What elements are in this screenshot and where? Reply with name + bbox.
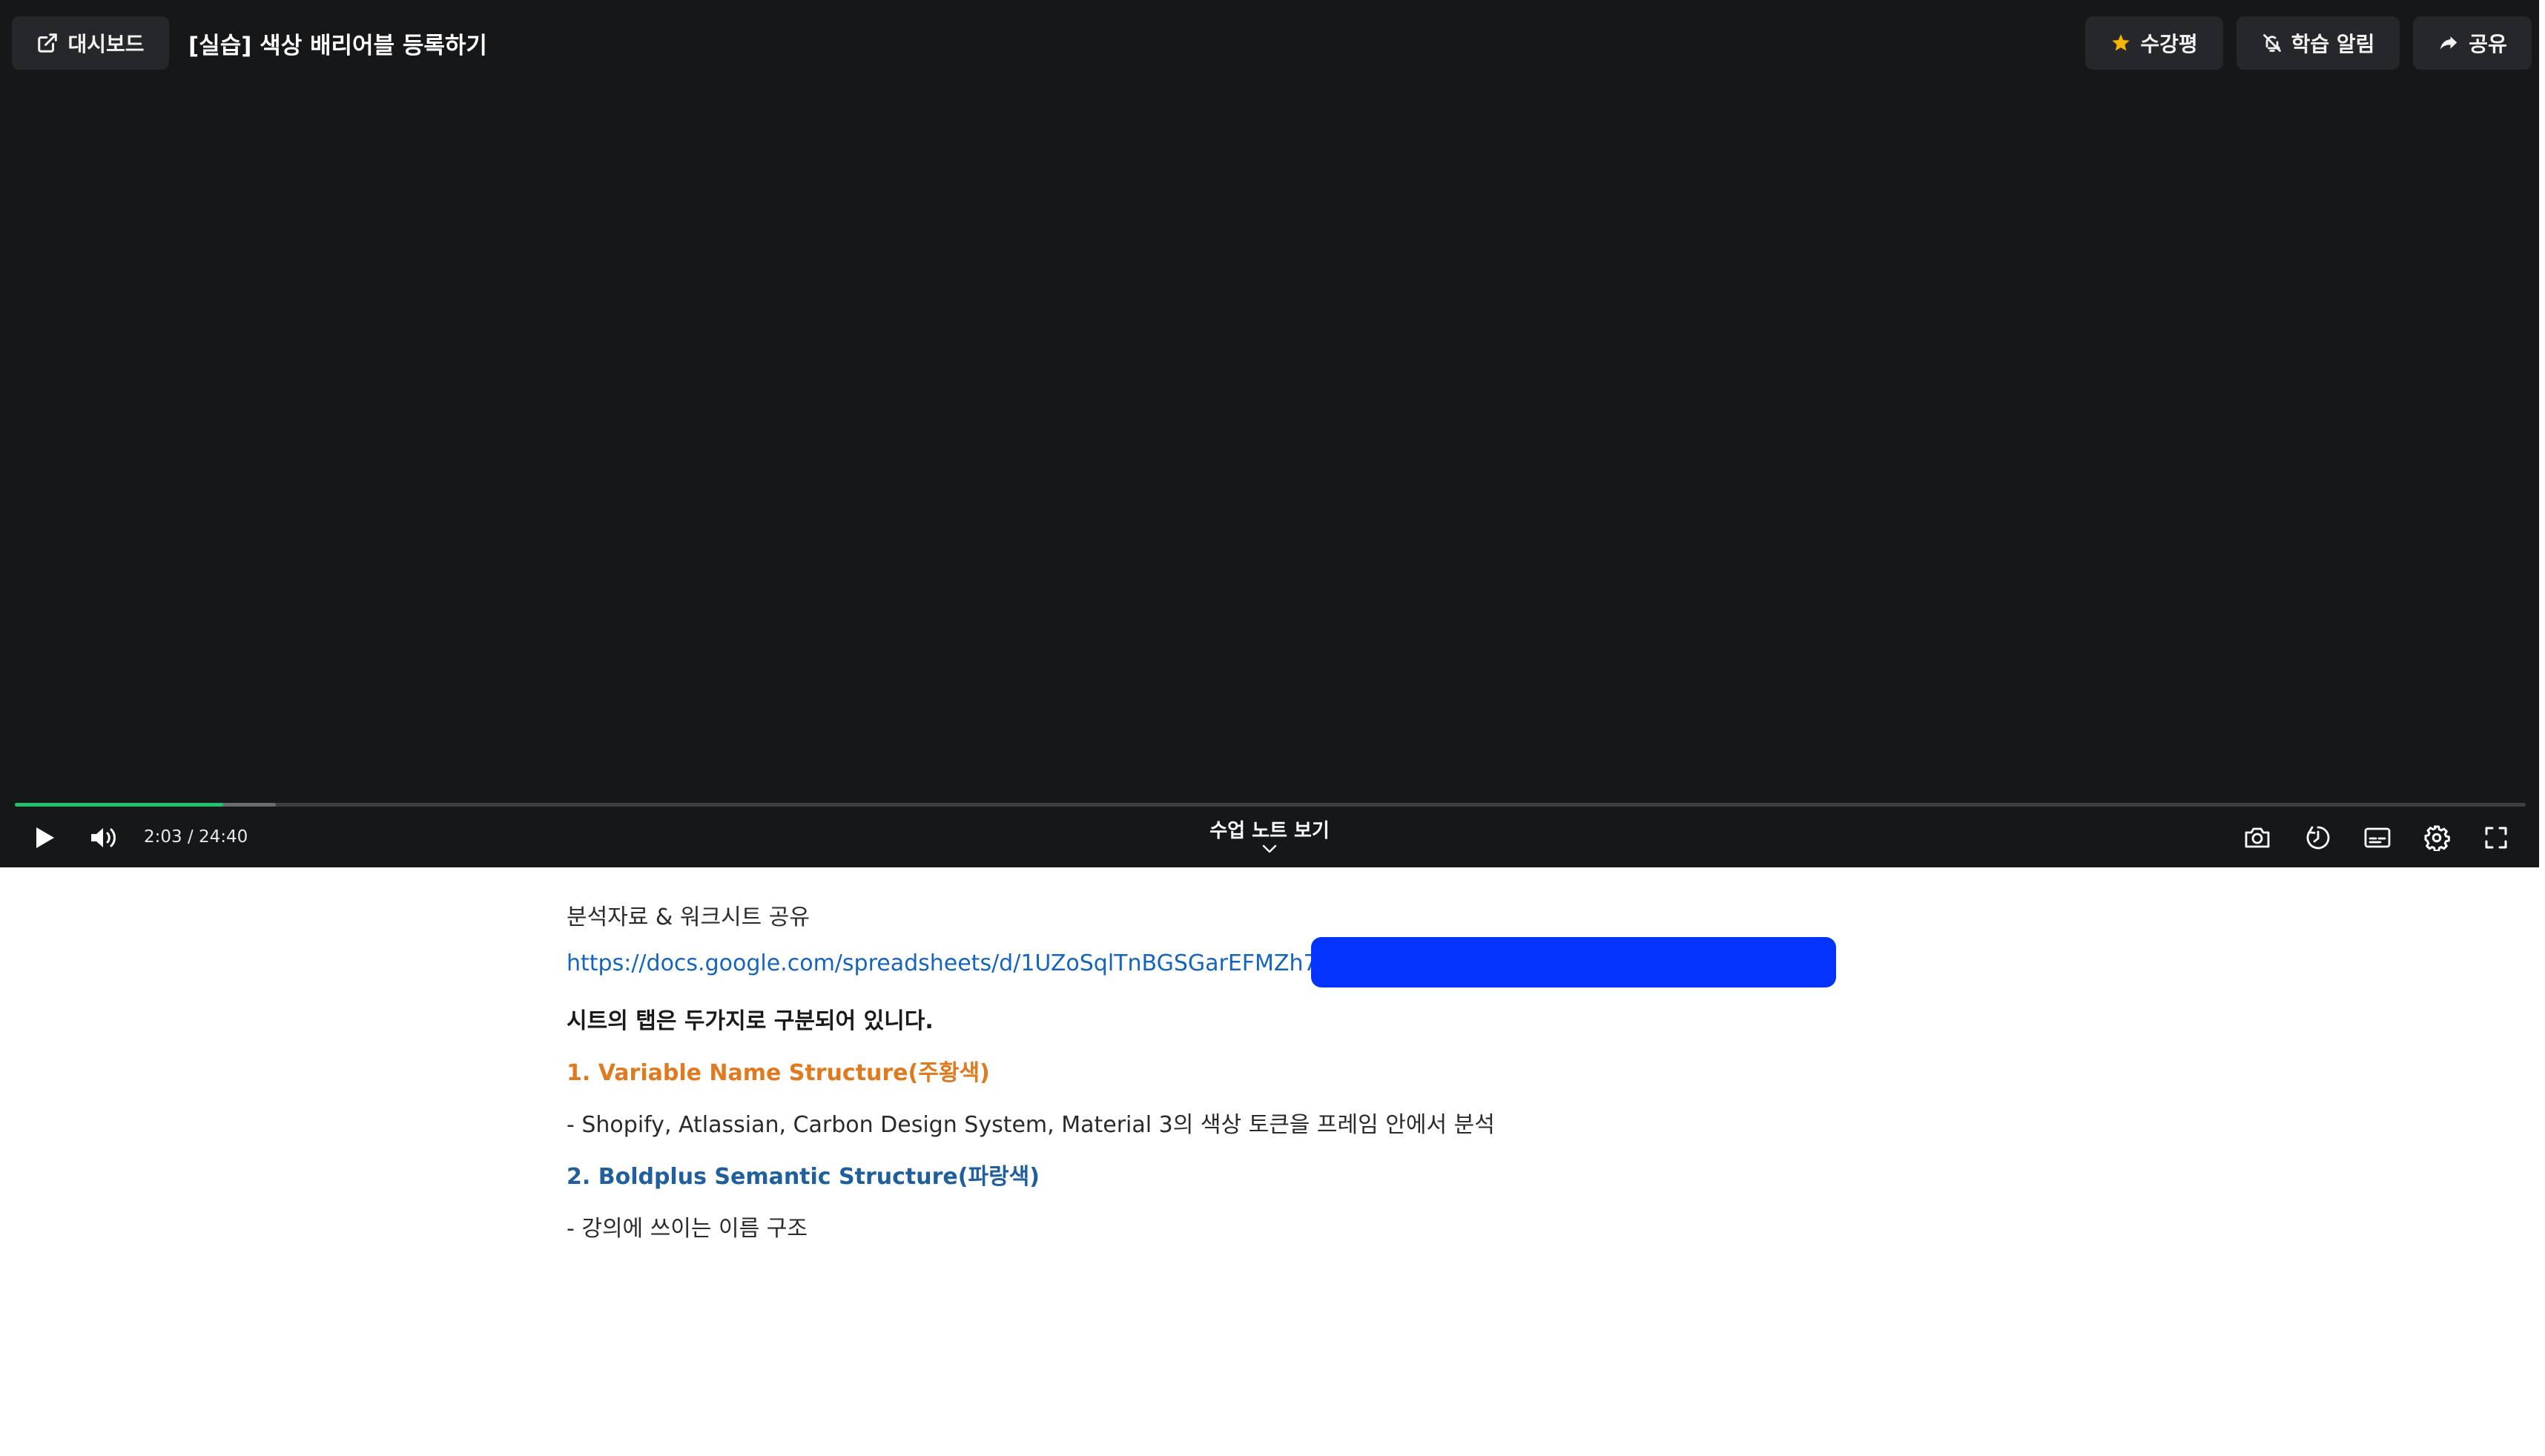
gear-icon (2424, 825, 2450, 851)
settings-button[interactable] (2420, 821, 2453, 854)
volume-icon (91, 828, 116, 847)
play-icon (36, 827, 54, 848)
scrollbar-gutter (2539, 74, 2545, 867)
lesson-note-toggle[interactable]: 수업 노트 보기 (1181, 815, 1359, 860)
player-top-bar: 대시보드 [실습] 색상 배리어블 등록하기 수강평 학습 알림 공유 (0, 3, 2539, 77)
item2-description: - 강의에 쓰이는 이름 구조 (567, 1216, 808, 1242)
volume-button[interactable] (86, 821, 123, 854)
note-toggle-label: 수업 노트 보기 (1209, 820, 1330, 842)
capture-button[interactable] (2241, 821, 2274, 854)
item1-description: - Shopify, Atlassian, Carbon Design Syst… (567, 1112, 1495, 1138)
redaction-block (1311, 937, 1836, 987)
video-player[interactable]: 대시보드 [실습] 색상 배리어블 등록하기 수강평 학습 알림 공유 2:03… (0, 0, 2539, 867)
chevron-down-icon (1262, 844, 1277, 853)
star-icon (2112, 34, 2130, 51)
item1-heading: 1. Variable Name Structure(주황색) (567, 1060, 990, 1086)
review-button[interactable]: 수강평 (2085, 16, 2223, 70)
playback-speed-button[interactable] (2302, 821, 2334, 854)
study-alarm-button[interactable]: 학습 알림 (2237, 16, 2400, 70)
subtitles-icon (2364, 827, 2391, 848)
dashboard-button[interactable]: 대시보드 (12, 16, 169, 70)
notes-intro: 분석자료 & 워크시트 공유 (567, 904, 811, 930)
playback-speed-icon (2306, 826, 2330, 850)
alarm-label: 학습 알림 (2291, 32, 2375, 56)
review-label: 수강평 (2140, 32, 2198, 56)
lesson-title: [실습] 색상 배리어블 등록하기 (188, 33, 487, 59)
played-range (15, 803, 224, 807)
external-link-icon (38, 33, 58, 53)
share-arrow-icon (2440, 36, 2457, 50)
time-readout: 2:03 / 24:40 (144, 827, 248, 847)
share-label: 공유 (2469, 32, 2507, 56)
tabs-intro: 시트의 탭은 두가지로 구분되어 있니다. (567, 1008, 934, 1034)
play-button[interactable] (28, 821, 61, 854)
camera-icon (2245, 827, 2270, 848)
dashboard-label: 대시보드 (67, 32, 145, 56)
share-button[interactable]: 공유 (2413, 16, 2532, 70)
bell-off-icon (2262, 34, 2281, 52)
spreadsheet-link[interactable]: https://docs.google.com/spreadsheets/d/1… (567, 950, 1330, 976)
seek-bar[interactable] (15, 803, 2526, 807)
item2-heading: 2. Boldplus Semantic Structure(파랑색) (567, 1164, 1040, 1190)
subtitles-button[interactable] (2361, 821, 2394, 854)
fullscreen-button[interactable] (2480, 821, 2512, 854)
fullscreen-icon (2485, 827, 2507, 849)
